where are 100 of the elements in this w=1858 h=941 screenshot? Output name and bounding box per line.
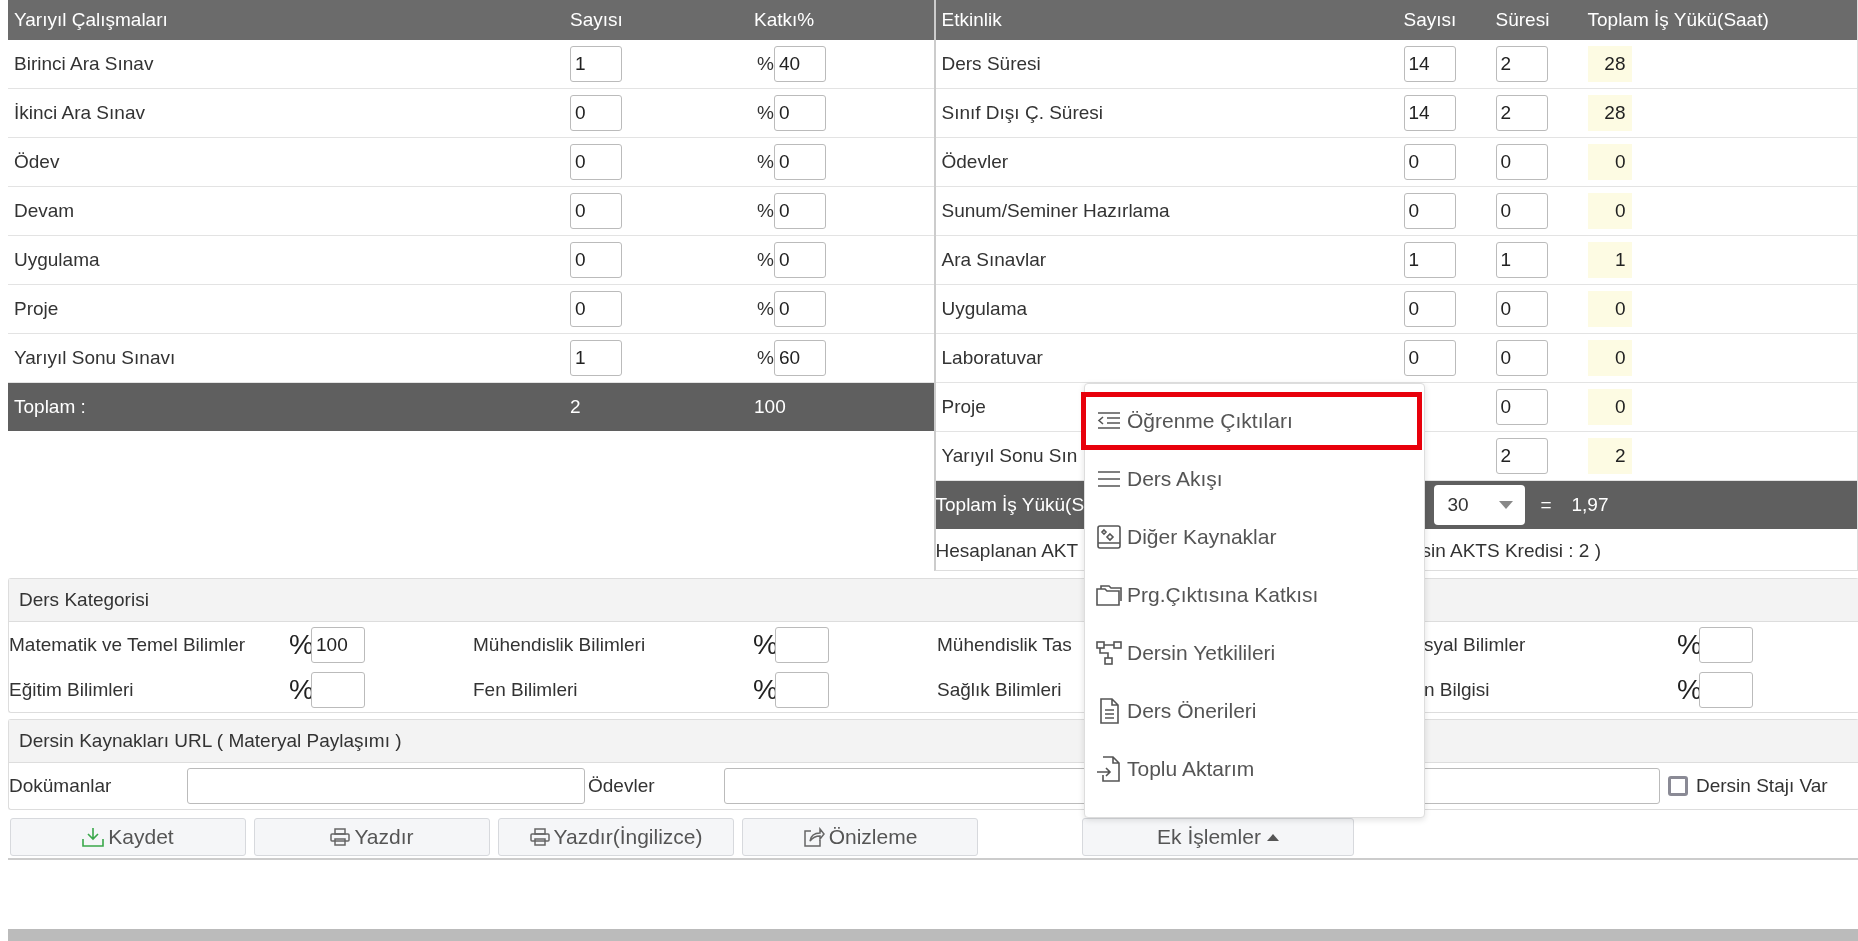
input-field[interactable]: 0	[774, 144, 826, 180]
table-cell-text: Birinci Ara Sınav	[13, 53, 154, 75]
input-field[interactable]: 0	[1403, 144, 1456, 180]
share-icon	[802, 827, 825, 847]
menu-item[interactable]: Prg.Çıktısına Katkısı	[1085, 566, 1424, 624]
menu-item[interactable]: Toplu Aktarım	[1085, 740, 1424, 798]
menu-item[interactable]: Diğer Kaynaklar	[1085, 508, 1424, 566]
total-cell: 28	[1587, 46, 1632, 82]
percent-sign: %	[756, 298, 774, 320]
table-cell-text: İkinci Ara Sınav	[13, 102, 145, 124]
download-icon	[82, 827, 105, 847]
input-field[interactable]: 0	[570, 242, 622, 278]
field-label: Dokümanlar	[9, 775, 113, 797]
input-field[interactable]: 0	[774, 193, 826, 229]
printer-icon	[330, 827, 351, 847]
input-field[interactable]: 100	[311, 626, 365, 663]
percent-sign: %	[756, 151, 774, 173]
total-value: 1,97	[1571, 494, 1609, 516]
column-header: Yarıyıl Çalışmaları	[13, 9, 169, 31]
category-label: Sağlık Bilimleri	[937, 678, 1063, 701]
total-cell: 28	[1587, 95, 1632, 131]
input-field[interactable]: 0	[1495, 291, 1548, 327]
input-field[interactable]: 0	[570, 95, 622, 131]
table-cell-text: Proje	[13, 298, 59, 320]
input-field[interactable]: 0	[1495, 340, 1548, 376]
total-cell: 0	[1587, 144, 1632, 180]
input-field[interactable]: 0	[1403, 291, 1456, 327]
input-field[interactable]: 2	[1495, 46, 1548, 82]
action-button[interactable]: Önizleme	[742, 818, 978, 856]
menu-item[interactable]: Dersin Yetkilileri	[1085, 624, 1424, 682]
category-label: Mühendislik Tas	[937, 633, 1073, 656]
input-field[interactable]	[311, 671, 365, 708]
input-field[interactable]: 1	[1403, 242, 1456, 278]
table-cell-text: Sunum/Seminer Hazırlama	[940, 200, 1170, 222]
category-label: Fen Bilimleri	[473, 678, 579, 701]
input-field[interactable]	[775, 671, 829, 708]
caret-icon	[1266, 833, 1279, 841]
input-field[interactable]	[1699, 626, 1753, 663]
input-field[interactable]: 0	[1403, 340, 1456, 376]
input-field[interactable]: 14	[1403, 46, 1456, 82]
menu-item[interactable]: Öğrenme Çıktıları	[1081, 392, 1422, 450]
input-field[interactable]	[1699, 671, 1753, 708]
input-field[interactable]	[187, 768, 585, 804]
input-field[interactable]: 0	[774, 95, 826, 131]
menu-button[interactable]: Ek İşlemler	[1082, 818, 1354, 856]
input-field[interactable]: 0	[1495, 389, 1548, 425]
input-field[interactable]: 0	[1495, 144, 1548, 180]
input-field[interactable]: 0	[1403, 193, 1456, 229]
action-button[interactable]: Kaydet	[10, 818, 246, 856]
input-field[interactable]: 0	[570, 193, 622, 229]
total-cell: 2	[1587, 438, 1632, 474]
input-field[interactable]: 0	[774, 242, 826, 278]
caret-icon	[1498, 501, 1513, 509]
column-header: Etkinlik	[940, 9, 1003, 31]
total-label: Toplam İş Yükü(S	[935, 494, 1086, 516]
table-cell-text: Proje	[940, 396, 986, 418]
input-field[interactable]: 0	[570, 144, 622, 180]
input-field[interactable]: 0	[774, 291, 826, 327]
input-field[interactable]: 14	[1403, 95, 1456, 131]
table-cell-text: Devam	[13, 200, 75, 222]
percent-sign: %	[756, 102, 774, 124]
table-cell-text: Ara Sınavlar	[940, 249, 1047, 271]
total-cell: 0	[1587, 340, 1632, 376]
input-field[interactable]: 0	[570, 291, 622, 327]
table-cell-text: Ödevler	[940, 151, 1009, 173]
divisor-select[interactable]: 30	[1433, 485, 1525, 525]
menu-item[interactable]: Ders Önerileri	[1085, 682, 1424, 740]
column-header: Toplam İş Yükü(Saat)	[1587, 9, 1770, 31]
calculated-ects-text: Hesaplanan AKT	[935, 540, 1080, 562]
total-cell: 0	[1587, 193, 1632, 229]
input-field[interactable]	[775, 626, 829, 663]
table-cell-text: Yarıyıl Sonu Sınavı	[13, 347, 176, 369]
field-label: Ödevler	[587, 775, 656, 797]
menu-item[interactable]: Ders Akışı	[1085, 450, 1424, 508]
category-label: Mühendislik Bilimleri	[473, 633, 647, 656]
action-button[interactable]: Yazdır(İngilizce)	[498, 818, 734, 856]
table-cell-text: Ödev	[13, 151, 60, 173]
total-value: 100	[754, 396, 787, 418]
input-field[interactable]: 1	[570, 46, 622, 82]
column-header: Katkı%	[754, 9, 816, 31]
column-header: Sayısı	[1403, 9, 1458, 31]
file-import-icon	[1095, 755, 1123, 783]
column-header: Sayısı	[570, 9, 624, 31]
checkbox[interactable]	[1668, 776, 1688, 796]
input-field[interactable]: 1	[570, 340, 622, 376]
table-cell-text: Yarıyıl Sonu Sın	[940, 445, 1078, 467]
input-field[interactable]: 2	[1495, 95, 1548, 131]
percent-sign: %	[756, 53, 774, 75]
checkbox-label: Dersin Stajı Var	[1696, 775, 1828, 797]
action-button[interactable]: Yazdır	[254, 818, 490, 856]
input-field[interactable]: 1	[1495, 242, 1548, 278]
input-field[interactable]: 40	[774, 46, 826, 82]
input-field[interactable]: 0	[1495, 193, 1548, 229]
input-field[interactable]: 2	[1495, 438, 1548, 474]
total-label: Toplam :	[13, 396, 87, 418]
table-cell-text: Uygulama	[13, 249, 100, 271]
table-cell-text: Laboratuvar	[940, 347, 1043, 369]
total-cell: 1	[1587, 242, 1632, 278]
input-field[interactable]: 60	[774, 340, 826, 376]
category-label: n Bilgisi	[1424, 678, 1491, 701]
